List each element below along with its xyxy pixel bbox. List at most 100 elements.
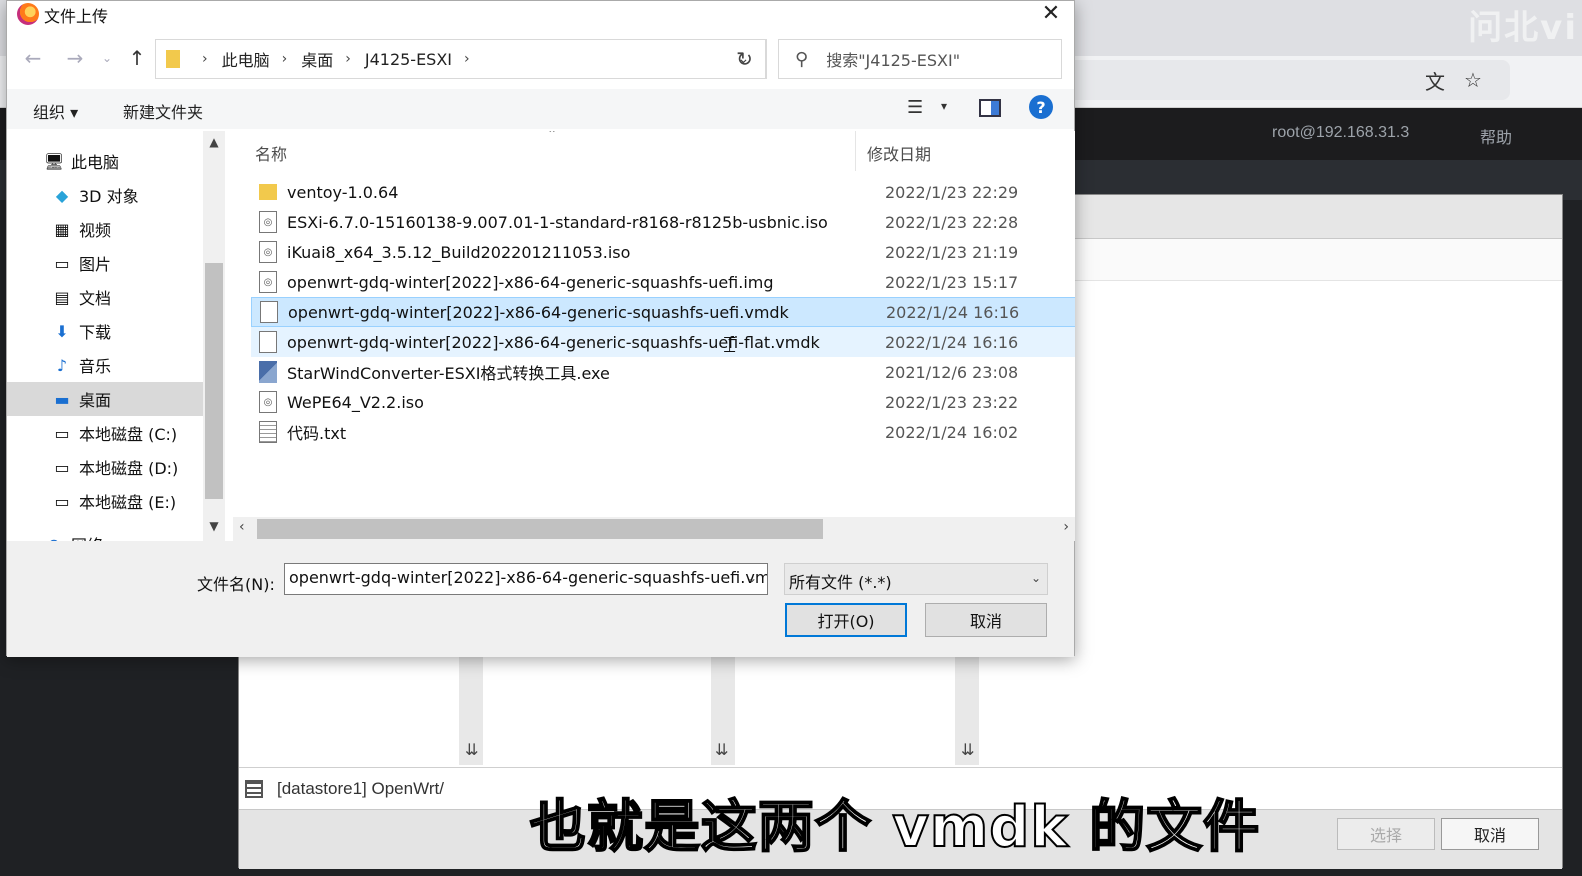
chevron-up-icon[interactable]: ▲ — [203, 135, 225, 153]
tree-item-documents[interactable]: ▤ 文档 — [7, 280, 203, 314]
double-down-arrow-icon: ⇊ — [715, 740, 729, 759]
text-cursor-icon: ⌶ — [723, 333, 737, 358]
tree-item-3d-objects[interactable]: ◆ 3D 对象 — [7, 178, 203, 212]
folder-icon — [259, 184, 277, 200]
file-date: 2022/1/23 15:17 — [885, 272, 1019, 292]
double-down-arrow-icon: ⇊ — [961, 740, 975, 759]
chevron-down-icon[interactable]: ⌄ — [747, 571, 757, 585]
new-folder-button[interactable]: 新建文件夹 — [123, 99, 203, 123]
file-row-hover[interactable]: openwrt-gdq-winter[2022]-x86-64-generic-… — [251, 327, 1075, 357]
file-date: 2022/1/23 22:29 — [885, 182, 1019, 202]
open-button[interactable]: 打开(O) — [785, 603, 907, 637]
file-row[interactable]: ◎ WePE64_V2.2.iso 2022/1/23 23:22 — [251, 387, 1075, 417]
desktop-icon: ▬ — [54, 389, 70, 409]
video-watermark: 问北vi — [1468, 8, 1578, 48]
download-icon: ⬇ — [55, 321, 69, 341]
tree-item-drive-e[interactable]: ▭ 本地磁盘 (E:) — [7, 484, 203, 518]
translate-icon[interactable]: 文 — [1422, 67, 1448, 94]
tree-item-network[interactable]: ⊕ 网络 — [7, 527, 203, 542]
file-row[interactable]: ◎ openwrt-gdq-winter[2022]-x86-64-generi… — [251, 267, 1075, 297]
file-date: 2022/1/24 16:16 — [886, 302, 1020, 322]
help-icon[interactable]: ? — [1029, 95, 1053, 119]
chevron-down-icon[interactable]: ⌄ — [1031, 571, 1041, 585]
chevron-right-icon[interactable]: › — [202, 51, 208, 67]
file-date: 2022/1/23 21:19 — [885, 242, 1019, 262]
file-row[interactable]: ◎ ESXi-6.7.0-15160138-9.007.01-1-standar… — [251, 207, 1075, 237]
tree-item-label: 本地磁盘 (C:) — [79, 425, 178, 444]
disc-image-file-icon: ◎ — [259, 271, 277, 293]
tree-item-videos[interactable]: ▦ 视频 — [7, 212, 203, 246]
video-subtitle: 也就是这两个 vmdk 的文件 — [529, 794, 1261, 861]
column-date-header[interactable]: 修改日期 — [867, 141, 931, 165]
command-bar: 组织 ▾ 新建文件夹 ☰ ▾ ? — [7, 89, 1074, 129]
chevron-left-icon[interactable]: ‹ — [239, 519, 245, 535]
3d-objects-icon: ◆ — [55, 185, 69, 205]
disc-image-file-icon: ◎ — [259, 211, 277, 233]
organize-button[interactable]: 组织 ▾ — [33, 99, 78, 123]
file-row[interactable]: ventoy-1.0.64 2022/1/23 22:29 — [251, 177, 1075, 207]
tree-item-desktop[interactable]: ▬ 桌面 — [7, 382, 203, 416]
file-type-select[interactable]: 所有文件 (*.*) — [784, 563, 1048, 595]
file-name: iKuai8_x64_3.5.12_Build202201211053.iso — [287, 242, 631, 262]
close-icon[interactable]: ✕ — [1038, 1, 1064, 26]
tree-scrollbar[interactable]: ▲ ▼ — [203, 131, 225, 541]
refresh-icon[interactable]: ↻ — [723, 39, 767, 79]
chevron-right-icon[interactable]: › — [282, 51, 288, 67]
executable-file-icon — [259, 361, 277, 383]
tree-item-label: 音乐 — [79, 357, 112, 376]
search-input[interactable]: ⚲ 搜索"J4125-ESXI" — [778, 39, 1062, 79]
tree-item-drive-d[interactable]: ▭ 本地磁盘 (D:) — [7, 450, 203, 484]
column-name-header[interactable]: 名称 — [255, 141, 287, 165]
file-date: 2022/1/23 22:28 — [885, 212, 1019, 232]
file-date: 2021/12/6 23:08 — [885, 362, 1019, 382]
horizontal-scrollbar[interactable]: ‹ › — [233, 517, 1075, 541]
tree-item-label: 本地磁盘 (D:) — [79, 459, 179, 478]
chevron-right-icon[interactable]: › — [1063, 519, 1069, 535]
video-icon: ▦ — [54, 219, 70, 239]
breadcrumb[interactable]: › 此电脑 › 桌面 › J4125-ESXI › ⌄ — [155, 39, 767, 79]
blank-file-icon — [260, 301, 278, 323]
tree-item-drive-c[interactable]: ▭ 本地磁盘 (C:) — [7, 416, 203, 450]
tree-item-label: 图片 — [79, 255, 112, 274]
back-arrow-icon[interactable]: ← — [21, 45, 45, 71]
folder-icon — [166, 50, 180, 68]
drive-icon: ▭ — [54, 491, 70, 511]
forward-arrow-icon[interactable]: → — [63, 45, 87, 71]
esxi-help-menu[interactable]: 帮助 — [1480, 124, 1512, 148]
preview-pane-icon[interactable] — [979, 99, 1001, 117]
bookmark-star-icon[interactable]: ☆ — [1460, 67, 1486, 93]
breadcrumb-item[interactable]: 此电脑 — [222, 47, 270, 71]
text-file-icon — [259, 421, 277, 443]
filename-input[interactable]: openwrt-gdq-winter[2022]-x86-64-generic-… — [284, 563, 768, 595]
chevron-down-icon[interactable]: ▾ — [941, 99, 947, 113]
breadcrumb-item[interactable]: 桌面 — [301, 47, 333, 71]
dialog-titlebar[interactable]: 文件上传 ✕ — [7, 1, 1074, 31]
file-name: 代码.txt — [287, 424, 347, 443]
file-name: ventoy-1.0.64 — [287, 182, 399, 202]
file-row[interactable]: StarWindConverter-ESXI格式转换工具.exe 2021/12… — [251, 357, 1075, 387]
scrollbar-thumb[interactable] — [205, 263, 223, 499]
chevron-right-icon[interactable]: › — [345, 51, 351, 67]
file-upload-dialog: 文件上传 ✕ ← → ⌄ ↑ › 此电脑 › 桌面 › J4125-ESXI ›… — [6, 0, 1075, 657]
tree-item-this-pc[interactable]: 🖥 此电脑 — [7, 144, 203, 178]
column-divider[interactable] — [855, 131, 856, 171]
file-row[interactable]: 代码.txt 2022/1/24 16:02 — [251, 417, 1075, 447]
recent-locations-icon[interactable]: ⌄ — [95, 45, 119, 71]
esxi-user-menu[interactable]: root@192.168.31.3 — [1272, 124, 1409, 142]
chevron-down-icon[interactable]: ▼ — [203, 519, 225, 537]
chevron-right-icon[interactable]: › — [464, 51, 470, 67]
cancel-button[interactable]: 取消 — [925, 603, 1047, 637]
file-row[interactable]: ◎ iKuai8_x64_3.5.12_Build202201211053.is… — [251, 237, 1075, 267]
scrollbar-thumb[interactable] — [257, 519, 823, 539]
dialog-bottom-panel: 文件名(N): openwrt-gdq-winter[2022]-x86-64-… — [7, 541, 1074, 657]
up-arrow-icon[interactable]: ↑ — [125, 45, 149, 71]
tree-item-pictures[interactable]: ▭ 图片 — [7, 246, 203, 280]
file-name: openwrt-gdq-winter[2022]-x86-64-generic-… — [287, 272, 774, 292]
computer-icon: 🖥 — [43, 151, 65, 171]
tree-item-music[interactable]: ♪ 音乐 — [7, 348, 203, 382]
view-options-icon[interactable]: ☰ — [907, 97, 923, 118]
file-row-selected[interactable]: openwrt-gdq-winter[2022]-x86-64-generic-… — [251, 297, 1075, 327]
breadcrumb-item[interactable]: J4125-ESXI — [365, 50, 452, 69]
sort-ascending-icon: ⌃ — [547, 131, 558, 141]
tree-item-downloads[interactable]: ⬇ 下载 — [7, 314, 203, 348]
